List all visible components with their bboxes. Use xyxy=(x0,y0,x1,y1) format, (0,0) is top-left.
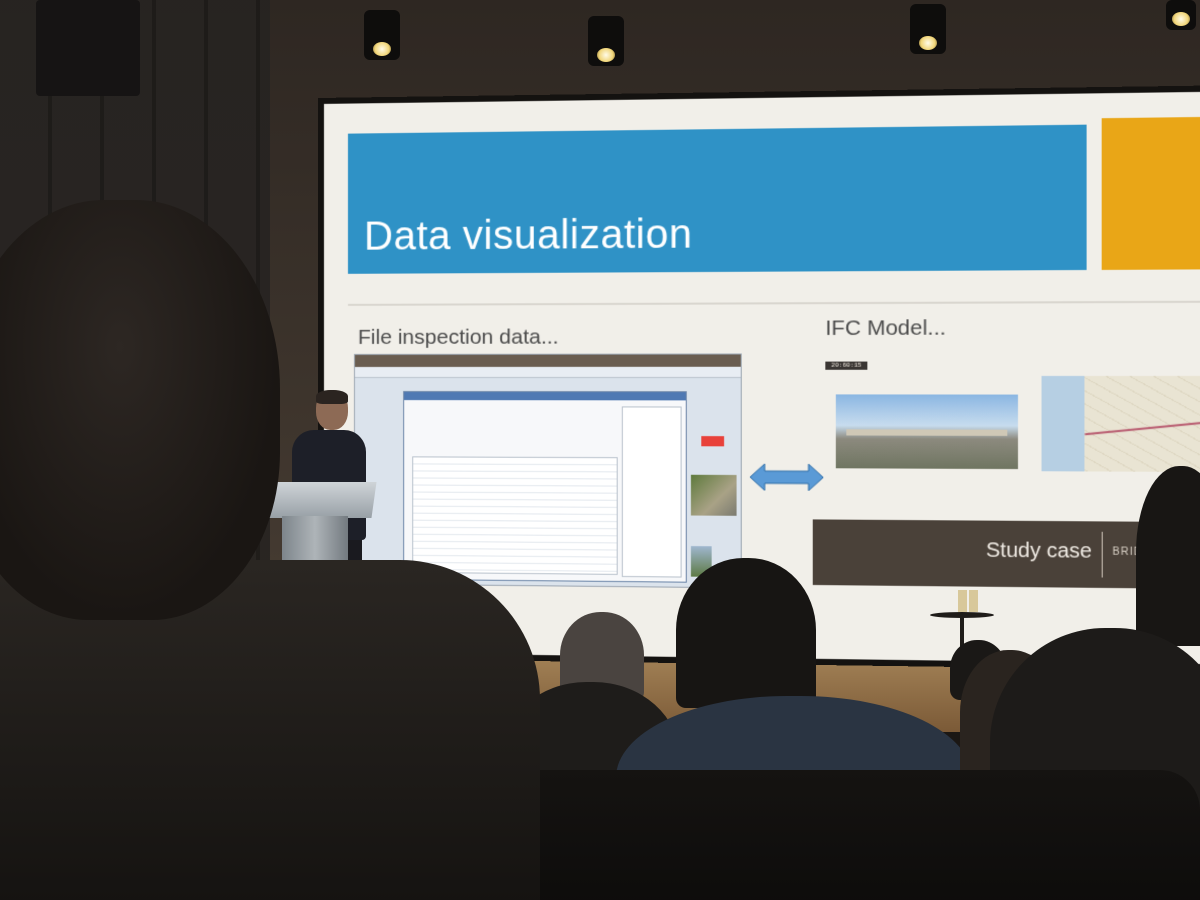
aerial-thumbnail xyxy=(690,474,737,516)
presenter-hair xyxy=(316,390,348,404)
stage-light xyxy=(588,16,624,66)
route-map xyxy=(1041,375,1200,473)
slide-divider xyxy=(347,300,1200,306)
window-titlebar xyxy=(354,354,741,367)
study-case-separator xyxy=(1101,531,1103,578)
slide-title-banner: Data visualization xyxy=(347,124,1087,274)
map-sea xyxy=(1041,375,1085,472)
inspection-table xyxy=(412,456,618,575)
lectern-top xyxy=(261,482,377,518)
stage-light xyxy=(364,10,400,60)
conference-scene: Data visualization File inspection data.… xyxy=(0,0,1200,900)
study-case-title: Study case xyxy=(985,539,1092,563)
inspection-software-screenshot xyxy=(353,353,742,589)
inspection-dialog xyxy=(403,391,687,583)
cup xyxy=(969,590,978,612)
chair-row xyxy=(500,770,1200,900)
double-arrow-icon xyxy=(750,463,824,491)
dialog-titlebar xyxy=(404,392,686,401)
slide-accent-block xyxy=(1101,116,1200,270)
loudspeaker xyxy=(36,0,140,96)
video-timestamp: 20:60:15 xyxy=(825,361,868,370)
foreground-audience-head xyxy=(0,200,280,620)
bridge-photo xyxy=(835,394,1018,470)
slide-title: Data visualization xyxy=(363,211,693,259)
ifc-model-label: IFC Model... xyxy=(825,316,946,341)
cup xyxy=(958,590,967,612)
stage-light xyxy=(1166,0,1196,30)
audience-member-head xyxy=(676,558,816,708)
file-inspection-label: File inspection data... xyxy=(357,325,559,349)
bridge-deck xyxy=(846,429,1008,436)
map-route xyxy=(1084,418,1200,436)
dialog-side-pane xyxy=(621,406,682,578)
highlight-marker xyxy=(701,436,725,447)
stage-light xyxy=(910,4,946,54)
window-toolbar xyxy=(354,366,741,378)
